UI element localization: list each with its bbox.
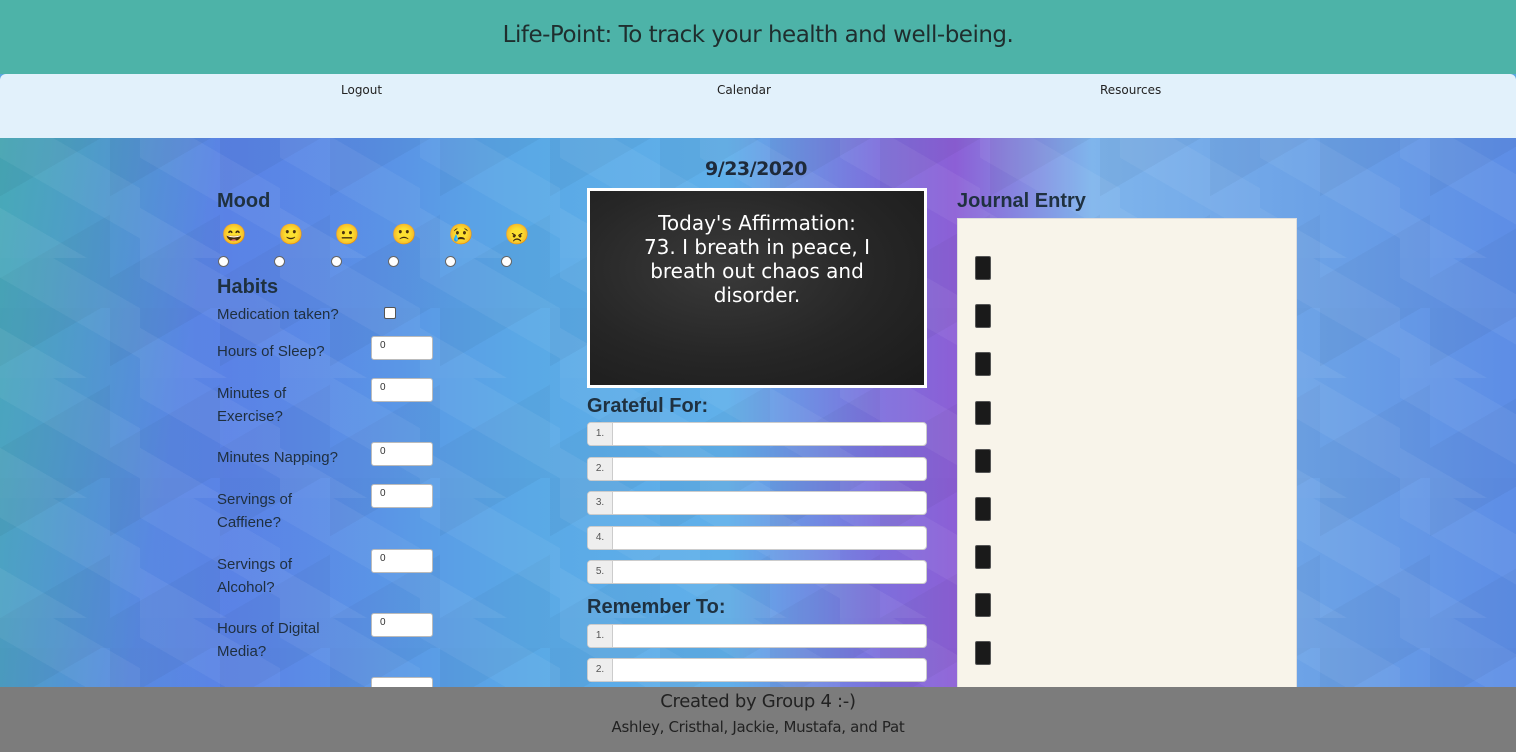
row-number: 5. bbox=[588, 561, 613, 583]
remember-input-2[interactable]: 2. bbox=[587, 658, 927, 682]
grateful-input-2[interactable]: 2. bbox=[587, 457, 927, 481]
site-footer: Created by Group 4 :-) Ashley, Cristhal,… bbox=[0, 687, 1516, 752]
footer-credit: Created by Group 4 :-) bbox=[660, 691, 856, 712]
grateful-input-3[interactable]: 3. bbox=[587, 491, 927, 515]
mood-radio-crying[interactable] bbox=[445, 256, 456, 267]
grateful-title: Grateful For: bbox=[587, 395, 709, 417]
grateful-input-4[interactable]: 4. bbox=[587, 526, 927, 550]
remember-input-1[interactable]: 1. bbox=[587, 624, 927, 648]
caffeine-label: Servings of Caffiene? bbox=[217, 491, 293, 531]
journal-bullet-icon bbox=[975, 401, 991, 425]
crying-emoji-icon: 😢 bbox=[448, 224, 474, 246]
mood-radio-happy[interactable] bbox=[274, 256, 285, 267]
footer-names: Ashley, Cristhal, Jackie, Mustafa, and P… bbox=[611, 718, 905, 736]
row-number: 4. bbox=[588, 527, 613, 549]
digital-media-input[interactable]: 0 bbox=[371, 613, 433, 637]
site-header: Life-Point: To track your health and wel… bbox=[0, 0, 1516, 74]
mood-radio-sad[interactable] bbox=[388, 256, 399, 267]
happy-emoji-icon: 🙂 bbox=[278, 224, 304, 246]
journal-bullet-icon bbox=[975, 593, 991, 617]
remember-title: Remember To: bbox=[587, 596, 726, 618]
nav-calendar-link[interactable]: Calendar bbox=[717, 83, 771, 97]
row-number: 2. bbox=[588, 458, 613, 480]
mood-title: Mood bbox=[217, 190, 271, 212]
medication-checkbox[interactable] bbox=[384, 307, 396, 319]
alcohol-label: Servings of Alcohol? bbox=[217, 556, 293, 596]
row-number: 3. bbox=[588, 492, 613, 514]
nav-logout-link[interactable]: Logout bbox=[341, 83, 382, 97]
digital-media-label: Hours of Digital Media? bbox=[217, 620, 320, 660]
grateful-input-5[interactable]: 5. bbox=[587, 560, 927, 584]
journal-bullet-icon bbox=[975, 545, 991, 569]
sleep-label: Hours of Sleep? bbox=[217, 343, 325, 360]
journal-bullet-icon bbox=[975, 352, 991, 376]
journal-textarea[interactable] bbox=[957, 218, 1297, 698]
grateful-input-1[interactable]: 1. bbox=[587, 422, 927, 446]
row-number: 1. bbox=[588, 625, 613, 647]
exercise-label: Minutes of Exercise? bbox=[217, 385, 287, 425]
row-number: 2. bbox=[588, 659, 613, 681]
exercise-input[interactable]: 0 bbox=[371, 378, 433, 402]
journal-bullet-icon bbox=[975, 449, 991, 473]
row-number: 1. bbox=[588, 423, 613, 445]
journal-title: Journal Entry bbox=[957, 190, 1086, 212]
sad-emoji-icon: 🙁 bbox=[391, 224, 417, 246]
alcohol-input[interactable]: 0 bbox=[371, 549, 433, 573]
medication-label: Medication taken? bbox=[217, 306, 339, 323]
caffeine-input[interactable]: 0 bbox=[371, 484, 433, 508]
very-happy-emoji-icon: 😄 bbox=[221, 224, 247, 246]
neutral-emoji-icon: 😐 bbox=[334, 224, 360, 246]
journal-bullet-icon bbox=[975, 304, 991, 328]
napping-input[interactable]: 0 bbox=[371, 442, 433, 466]
journal-bullet-icon bbox=[975, 497, 991, 521]
mood-radio-angry[interactable] bbox=[501, 256, 512, 267]
nav-resources-link[interactable]: Resources bbox=[1100, 83, 1161, 97]
mood-radio-neutral[interactable] bbox=[331, 256, 342, 267]
habits-title: Habits bbox=[217, 276, 279, 298]
affirmation-board: Today's Affirmation: 73. I breath in pea… bbox=[587, 188, 927, 388]
angry-emoji-icon: 😠 bbox=[504, 224, 530, 246]
journal-bullet-icon bbox=[975, 641, 991, 665]
journal-bullet-icon bbox=[975, 256, 991, 280]
affirmation-heading: Today's Affirmation: bbox=[658, 211, 856, 235]
affirmation-text: 73. I breath in peace, I breath out chao… bbox=[643, 235, 871, 307]
napping-label: Minutes Napping? bbox=[217, 449, 338, 466]
sleep-input[interactable]: 0 bbox=[371, 336, 433, 360]
current-date: 9/23/2020 bbox=[705, 158, 807, 180]
nav-bar: Logout Calendar Resources bbox=[0, 74, 1516, 138]
mood-radio-very-happy[interactable] bbox=[218, 256, 229, 267]
site-title: Life-Point: To track your health and wel… bbox=[502, 22, 1014, 48]
